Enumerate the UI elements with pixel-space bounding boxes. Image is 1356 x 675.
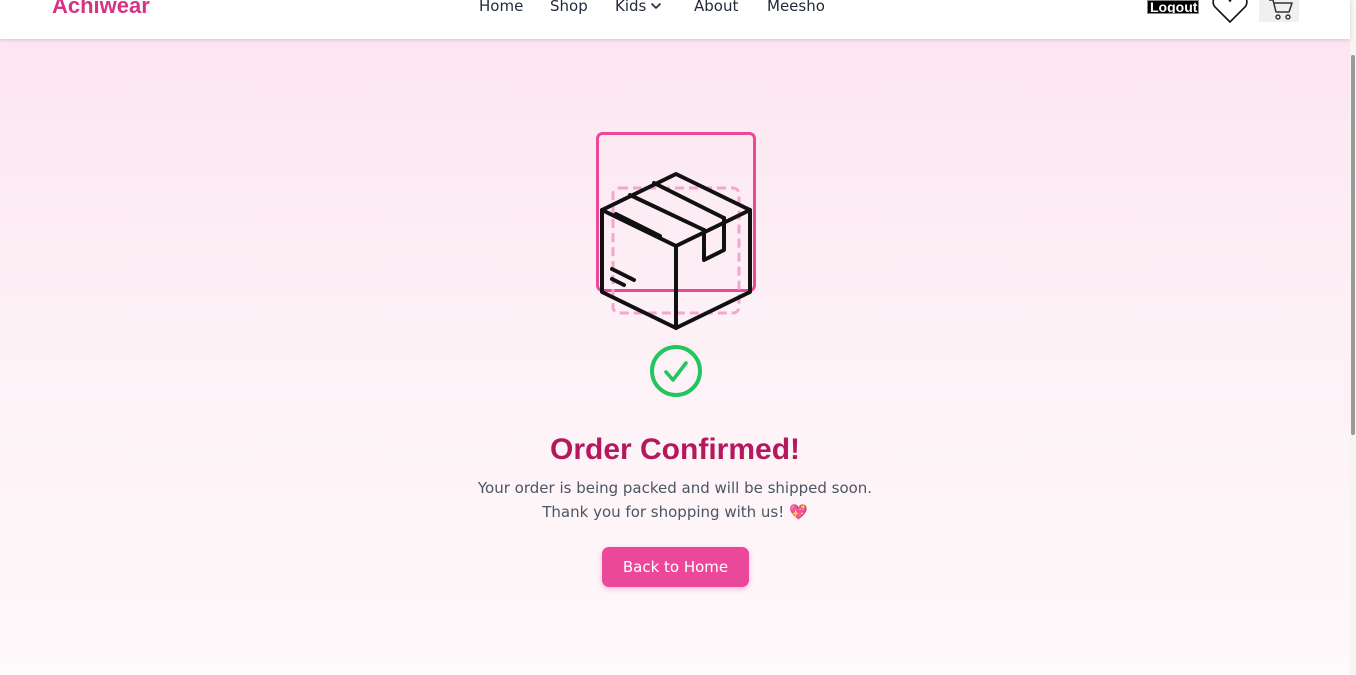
back-to-home-button[interactable]: Back to Home: [602, 547, 749, 587]
heart-icon: [1212, 0, 1248, 24]
heart-emoji: 💖: [789, 503, 808, 521]
thank-you-message: Thank you for shopping with us! 💖: [0, 503, 1350, 521]
site-header: Achiwear Home Shop Kids About Meesho Log…: [0, 0, 1350, 39]
nav-kids[interactable]: Kids: [615, 0, 662, 15]
scrollbar-thumb[interactable]: [1351, 55, 1355, 435]
package-box-icon: [596, 132, 756, 330]
logout-button[interactable]: Logout: [1147, 0, 1199, 14]
page-title: Order Confirmed!: [549, 433, 801, 466]
cart-icon: [1269, 0, 1293, 20]
chevron-down-icon: [651, 3, 662, 9]
page-scrollbar[interactable]: [1350, 0, 1356, 675]
check-circle-icon: [650, 345, 702, 397]
nav-shop[interactable]: Shop: [550, 0, 588, 15]
cart-button[interactable]: [1259, 0, 1299, 22]
nav-home[interactable]: Home: [479, 0, 523, 15]
nav-meesho[interactable]: Meesho: [767, 0, 825, 15]
status-message: Your order is being packed and will be s…: [477, 479, 873, 497]
wishlist-button[interactable]: [1211, 0, 1249, 24]
nav-about[interactable]: About: [694, 0, 738, 15]
thank-you-text: Thank you for shopping with us!: [542, 503, 785, 521]
nav-kids-label: Kids: [615, 0, 647, 15]
